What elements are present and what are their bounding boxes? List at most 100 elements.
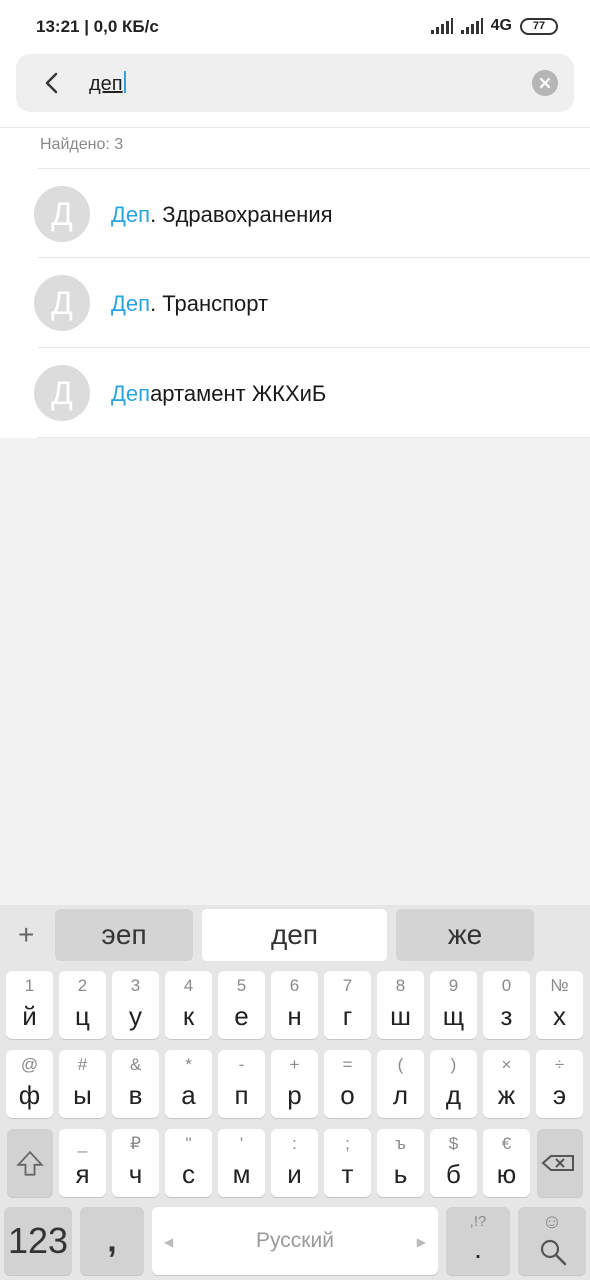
- key-label: щ: [442, 1001, 465, 1031]
- status-bar: 13:21 | 0,0 КБ/с 4G 77: [0, 0, 590, 54]
- back-arrow-icon[interactable]: [38, 68, 66, 98]
- key-з[interactable]: 0з: [483, 971, 530, 1039]
- key-е[interactable]: 5е: [218, 971, 265, 1039]
- key-к[interactable]: 4к: [165, 971, 212, 1039]
- space-key[interactable]: Русский ◀ ▶: [152, 1207, 438, 1275]
- key-alt-label: (: [397, 1055, 404, 1074]
- network-type: 4G: [490, 17, 512, 34]
- key-а[interactable]: * а: [165, 1050, 212, 1118]
- contact-name: Департамент ЖКХиБ: [111, 381, 326, 407]
- emoji-icon: ☺: [541, 1211, 563, 1233]
- key-и[interactable]: :и: [271, 1129, 318, 1197]
- key-alt-label: 5: [236, 976, 247, 995]
- shift-key[interactable]: [7, 1129, 53, 1197]
- key-х[interactable]: № х: [536, 971, 583, 1039]
- contact-avatar: Д: [34, 275, 90, 331]
- numbers-key[interactable]: 123: [4, 1207, 72, 1275]
- key-label: г: [342, 1001, 353, 1031]
- search-input[interactable]: деп: [89, 71, 126, 96]
- key-label: ц: [75, 1001, 90, 1031]
- key-alt-label: ÷: [554, 1055, 565, 1074]
- chevron-left-icon: ◀: [164, 1235, 174, 1249]
- key-ж[interactable]: × ж: [483, 1050, 530, 1118]
- clear-icon[interactable]: [532, 70, 558, 96]
- match-highlight: Деп: [111, 291, 151, 316]
- key-р[interactable]: + р: [271, 1050, 318, 1118]
- key-т[interactable]: ; т: [324, 1129, 371, 1197]
- key-label: х: [553, 1001, 566, 1031]
- key-ц[interactable]: 2ц: [59, 971, 106, 1039]
- key-у[interactable]: 3у: [112, 971, 159, 1039]
- key-н[interactable]: 6н: [271, 971, 318, 1039]
- key-label: ы: [73, 1080, 92, 1110]
- key-alt-label: -: [238, 1055, 245, 1074]
- name-rest: артамент ЖКХиБ: [150, 381, 327, 406]
- key-alt-label: #: [77, 1055, 88, 1074]
- key-й[interactable]: 1й: [6, 971, 53, 1039]
- match-highlight: Деп: [111, 202, 151, 227]
- keyboard: + эеп деп же 1 й 2 ц 3 у 4 к 5 е 6 н 7 г 8 ш 9 щ 0 з № х @ ф # ы…: [0, 905, 590, 1280]
- key-с[interactable]: " с: [165, 1129, 212, 1197]
- key-ь[interactable]: ъь: [377, 1129, 424, 1197]
- key-alt-label: 9: [448, 976, 459, 995]
- key-б[interactable]: $ б: [430, 1129, 477, 1197]
- key-alt-label: &: [129, 1055, 142, 1074]
- text-caret: [123, 71, 126, 93]
- contact-row[interactable]: Д Департамент ЖКХиБ: [0, 348, 590, 438]
- key-г[interactable]: 7г: [324, 971, 371, 1039]
- key-label: а: [181, 1080, 196, 1110]
- key-ы[interactable]: # ы: [59, 1050, 106, 1118]
- key-в[interactable]: & в: [112, 1050, 159, 1118]
- contact-row[interactable]: Д Деп. Транспорт: [0, 258, 590, 348]
- suggestion-item[interactable]: же: [396, 909, 534, 961]
- key-label: ж: [497, 1080, 516, 1110]
- key-д[interactable]: ) д: [430, 1050, 477, 1118]
- key-щ[interactable]: 9щ: [430, 971, 477, 1039]
- key-л[interactable]: (л: [377, 1050, 424, 1118]
- name-rest: . Транспорт: [150, 291, 269, 316]
- status-icons: 4G 77: [430, 17, 558, 35]
- key-о[interactable]: = о: [324, 1050, 371, 1118]
- key-label: в: [128, 1080, 143, 1110]
- key-м[interactable]: ' м: [218, 1129, 265, 1197]
- key-label: р: [287, 1080, 302, 1110]
- comma-key[interactable]: ,: [80, 1207, 144, 1275]
- key-label: э: [552, 1080, 567, 1110]
- key-п[interactable]: -п: [218, 1050, 265, 1118]
- numbers-key-label: 123: [7, 1220, 69, 1261]
- key-label: л: [392, 1080, 409, 1110]
- contact-name: Деп. Здравохранения: [111, 202, 333, 228]
- key-alt-label: €: [501, 1134, 512, 1153]
- key-label: б: [446, 1159, 461, 1189]
- key-ч[interactable]: ₽ ч: [112, 1129, 159, 1197]
- suggestion-bar: + эеп деп же: [0, 905, 590, 967]
- punctuation-key[interactable]: ,!? .: [446, 1207, 510, 1275]
- match-highlight: Деп: [111, 381, 151, 406]
- key-alt-label: ': [239, 1134, 244, 1153]
- key-alt-label: ъ: [395, 1134, 406, 1153]
- key-label: м: [232, 1159, 251, 1189]
- suggestion-item-primary[interactable]: деп: [202, 909, 387, 961]
- key-alt-label: +: [289, 1055, 300, 1074]
- key-label: я: [75, 1159, 90, 1189]
- key-label: и: [287, 1159, 302, 1189]
- suggestion-item[interactable]: эеп: [55, 909, 193, 961]
- key-alt-label: =: [342, 1055, 353, 1074]
- key-э[interactable]: ÷ э: [536, 1050, 583, 1118]
- plus-button[interactable]: +: [18, 919, 34, 951]
- key-alt-label: :: [292, 1134, 297, 1153]
- emoji-search-key[interactable]: ☺: [518, 1207, 586, 1275]
- backspace-key[interactable]: [537, 1129, 583, 1197]
- contact-row[interactable]: Д Деп. Здравохранения: [0, 169, 590, 259]
- chevron-right-icon: ▶: [416, 1235, 426, 1249]
- key-ф[interactable]: @ ф: [6, 1050, 53, 1118]
- key-label: о: [340, 1080, 355, 1110]
- key-label: п: [234, 1080, 249, 1110]
- key-ш[interactable]: 8ш: [377, 971, 424, 1039]
- name-rest: . Здравохранения: [150, 202, 333, 227]
- key-label: у: [129, 1001, 142, 1031]
- key-alt-label: 0: [501, 976, 512, 995]
- divider: [38, 437, 590, 438]
- key-ю[interactable]: € ю: [483, 1129, 530, 1197]
- key-я[interactable]: _ я: [59, 1129, 106, 1197]
